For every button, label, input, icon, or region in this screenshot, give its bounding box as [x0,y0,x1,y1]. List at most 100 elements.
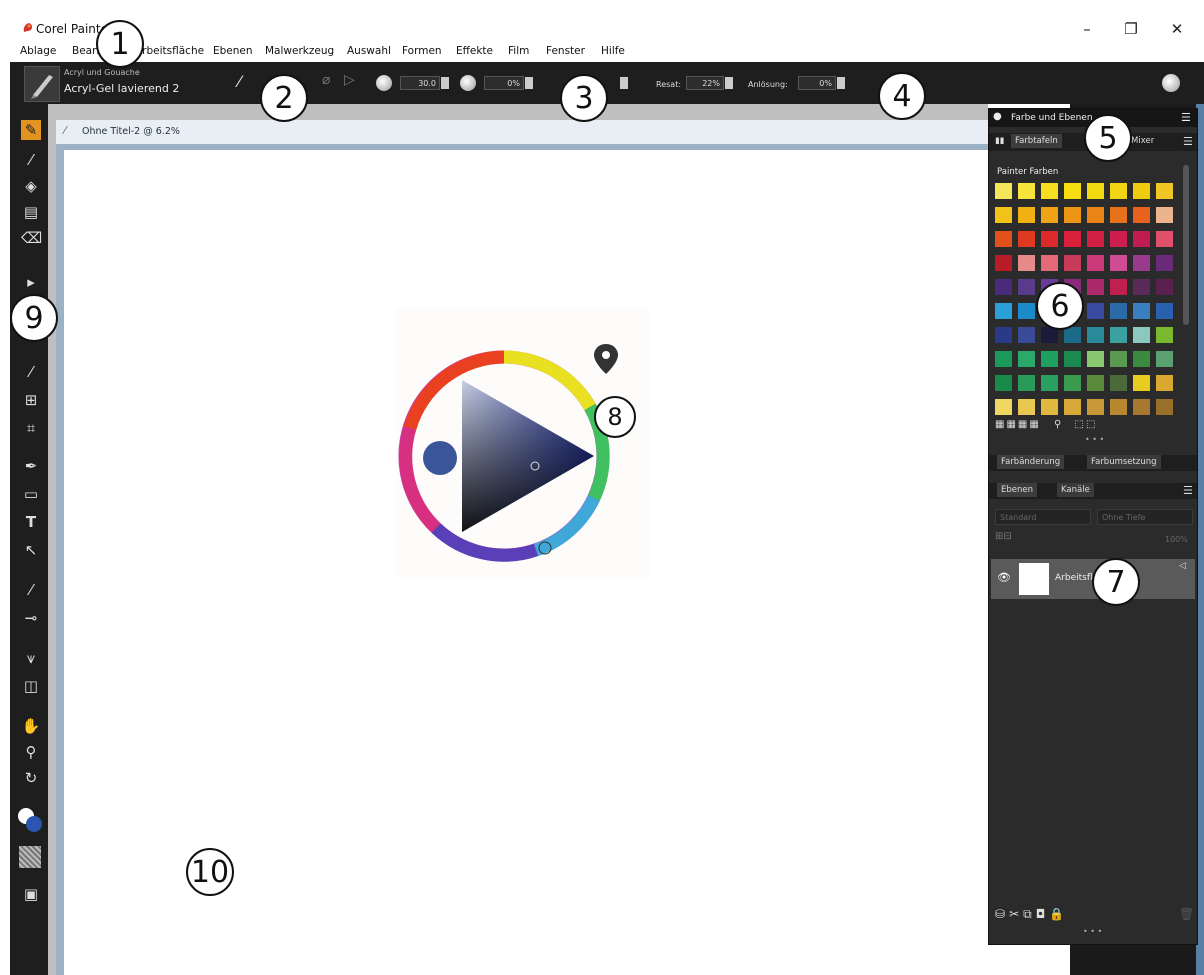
color-swatch[interactable] [1064,255,1081,271]
color-swatch[interactable] [1018,399,1035,415]
rubber-stamp-tool-icon[interactable]: ⁄ [21,580,41,600]
color-swatch[interactable] [1156,255,1173,271]
opacity-field[interactable]: 0% [484,76,524,90]
remove-swatch-icon[interactable]: ▦ [1006,419,1017,430]
color-swatch[interactable] [1156,399,1173,415]
eraser-tool-icon[interactable]: ⌫ [21,228,42,248]
color-swatch[interactable] [1087,183,1104,199]
color-swatch[interactable] [1064,351,1081,367]
color-swatch[interactable] [1133,255,1150,271]
size-field[interactable]: 30.0 [400,76,440,90]
color-swatch[interactable] [1087,351,1104,367]
color-swatch[interactable] [1018,375,1035,391]
color-swatch[interactable] [1110,231,1127,247]
color-swatch[interactable] [1018,207,1035,223]
color-swatch[interactable] [995,351,1012,367]
color-swatch[interactable] [1133,183,1150,199]
color-swatch[interactable] [1133,399,1150,415]
color-swatch[interactable] [1156,303,1173,319]
menu-hilfe[interactable]: Hilfe [601,45,625,57]
color-swatch[interactable] [1064,183,1081,199]
color-swatch[interactable] [1041,399,1058,415]
brush-selector-button[interactable] [24,66,60,102]
grabber-tool-icon[interactable]: ✋ [21,716,41,736]
close-button[interactable]: ✕ [1164,20,1190,38]
color-swatch[interactable] [1064,399,1081,415]
brush-tool-icon[interactable]: ✎ [21,120,41,140]
tab-layers[interactable]: Ebenen [997,483,1037,497]
gradient-tool-icon[interactable]: ▤ [21,202,41,222]
transform-tool-icon[interactable]: ⊞ [21,390,41,410]
delete-layer-icon[interactable]: 🗑 [1179,907,1194,921]
color-swatch[interactable] [1133,207,1150,223]
color-swatch[interactable] [1064,327,1081,343]
color-swatch[interactable] [1018,255,1035,271]
pen-tool-icon[interactable]: ✒ [21,456,41,476]
export-icon[interactable]: ⬚ [1086,419,1097,430]
visibility-eye-icon[interactable]: 👁 [997,571,1011,584]
color-swatch[interactable] [1133,231,1150,247]
color-swatch[interactable] [1018,327,1035,343]
color-swatch[interactable] [1156,207,1173,223]
cloner-tool-icon[interactable]: ⊸ [21,608,41,628]
color-swatch[interactable] [1156,183,1173,199]
size-arrow-icon[interactable] [441,77,449,89]
color-swatch[interactable] [1064,231,1081,247]
restore-button[interactable]: ❐ [1118,20,1144,38]
opacity-arrow-icon[interactable] [525,77,533,89]
color-swatch[interactable] [1133,279,1150,295]
color-swatch[interactable] [1087,207,1104,223]
layer-opacity-value[interactable]: 100% [1165,535,1188,544]
color-swatch[interactable] [1156,231,1173,247]
additional-color-swatch[interactable] [26,816,42,832]
add-swatch-icon[interactable]: ▦ [995,419,1006,430]
document-tab[interactable]: ⁄ Ohne Titel-2 @ 6.2% [56,120,988,145]
color-swatch[interactable] [1087,303,1104,319]
menu-fenster[interactable]: Fenster [546,45,585,57]
color-icon-tab[interactable]: ▮▮ [991,134,1008,148]
layer-adjuster-tool-icon[interactable]: ▸ [21,272,41,292]
color-swatch[interactable] [1041,255,1058,271]
color-swatch[interactable] [1156,351,1173,367]
grain-arrow-icon[interactable] [620,77,628,89]
tab-swatches[interactable]: Farbtafeln [1011,134,1062,148]
more-dots-icon[interactable]: • • • [1085,435,1104,444]
menu-effekte[interactable]: Effekte [456,45,493,57]
search-icon[interactable]: ⚲ [1054,419,1063,430]
mask-icon[interactable]: ◘ [1036,907,1050,921]
color-swatch[interactable] [1064,207,1081,223]
import-icon[interactable]: ⬚ [1075,419,1086,430]
color-swatch[interactable] [1087,327,1104,343]
color-swatch[interactable] [1087,375,1104,391]
color-swatch[interactable] [1041,375,1058,391]
triangle-play-icon[interactable]: ▷ [344,72,355,88]
panel-menu-icon[interactable]: ☰ [1181,111,1191,124]
menu-film[interactable]: Film [508,45,529,57]
rotate-page-tool-icon[interactable]: ↻ [21,768,41,788]
bleed-arrow-icon[interactable] [837,77,845,89]
color-swatch[interactable] [1156,279,1173,295]
menu-ebenen[interactable]: Ebenen [213,45,253,57]
color-swatch[interactable] [1018,303,1035,319]
dropper-tool-icon[interactable]: ⁄ [21,150,41,170]
new-layer-icon[interactable]: ⛁ [995,907,1009,921]
color-swatch[interactable] [1133,351,1150,367]
media-selector-icon[interactable]: ▣ [21,884,41,904]
menu-auswahl[interactable]: Auswahl [347,45,391,57]
color-swatch[interactable] [995,375,1012,391]
merge-swatch-icon[interactable]: ▦ [1029,419,1040,430]
mirror-tool-icon[interactable]: ⩛ [21,648,41,668]
color-swatch[interactable] [1110,327,1127,343]
color-swatch[interactable] [1110,303,1127,319]
crop-tool-icon[interactable]: ⌗ [21,418,41,438]
magnifier-tool-icon[interactable]: ⚲ [21,742,41,762]
layers-more-dots-icon[interactable]: • • • [1083,927,1102,936]
resat-field[interactable]: 22% [686,76,724,90]
color-swatch[interactable] [995,183,1012,199]
color-swatch[interactable] [1110,399,1127,415]
color-swatch[interactable] [1087,279,1104,295]
color-swatch[interactable] [1133,303,1150,319]
color-swatch[interactable] [1110,207,1127,223]
selection-arrow-tool-icon[interactable]: ↖ [21,540,41,560]
menu-arbeitsflaeche[interactable]: Arbeitsfläche [135,45,204,57]
